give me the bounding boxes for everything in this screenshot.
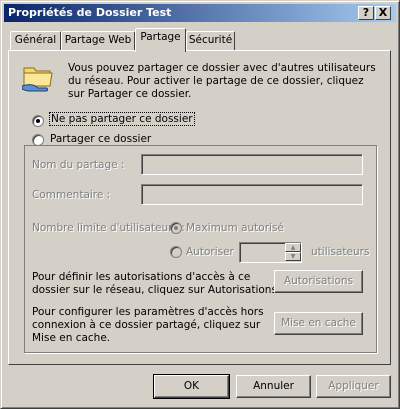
tab-label: Sécurité <box>188 34 233 46</box>
allow-radio[interactable] <box>170 246 182 258</box>
title-bar[interactable]: Propriétés de Dossier Test ? X <box>4 4 396 22</box>
tab-general[interactable]: Général <box>10 31 61 50</box>
no-share-label[interactable]: Ne pas partager ce dossier <box>49 112 195 126</box>
caching-button[interactable]: Mise en cache <box>274 312 363 335</box>
max-allowed-label: Maximum autorisé <box>186 222 284 234</box>
comment-label: Commentaire : <box>32 189 111 201</box>
apply-button[interactable]: Appliquer <box>316 375 391 398</box>
permissions-button[interactable]: Autorisations <box>274 270 363 293</box>
share-label[interactable]: Partager ce dossier <box>50 133 151 145</box>
tab-sharing[interactable]: Partage <box>135 28 186 52</box>
ok-button[interactable]: OK <box>153 374 230 399</box>
permissions-text: Pour définir les autorisations d'accès à… <box>32 271 281 296</box>
share-name-field[interactable] <box>141 154 363 175</box>
max-allowed-radio[interactable] <box>170 222 182 234</box>
caching-text: Pour configurer les paramètres d'accès h… <box>32 306 264 344</box>
allow-label: Autoriser <box>186 246 234 258</box>
user-count-stepper[interactable]: ▲ ▼ <box>285 243 301 262</box>
cancel-button[interactable]: Annuler <box>236 375 311 398</box>
shared-folder-hand-icon <box>22 67 53 92</box>
chevron-up-icon[interactable]: ▲ <box>285 243 301 252</box>
radio-dot <box>174 226 178 230</box>
no-share-radio[interactable] <box>32 115 44 127</box>
help-button[interactable]: ? <box>358 6 374 20</box>
tab-security[interactable]: Sécurité <box>186 31 235 50</box>
users-suffix-label: utilisateurs <box>311 246 370 258</box>
tab-label: Partage <box>140 31 181 43</box>
chevron-down-icon[interactable]: ▼ <box>285 252 301 261</box>
window-title: Propriétés de Dossier Test <box>8 6 172 19</box>
close-button[interactable]: X <box>375 6 391 20</box>
tab-web-sharing[interactable]: Partage Web <box>61 31 135 50</box>
radio-dot <box>36 119 40 123</box>
comment-field[interactable] <box>141 184 363 205</box>
user-limit-label: Nombre limite d'utilisateurs : <box>32 222 185 234</box>
share-name-label: Nom du partage : <box>32 159 125 171</box>
tab-label: Partage Web <box>64 34 132 46</box>
intro-text: Vous pouvez partager ce dossier avec d'a… <box>68 62 376 100</box>
tab-label: Général <box>14 34 57 46</box>
